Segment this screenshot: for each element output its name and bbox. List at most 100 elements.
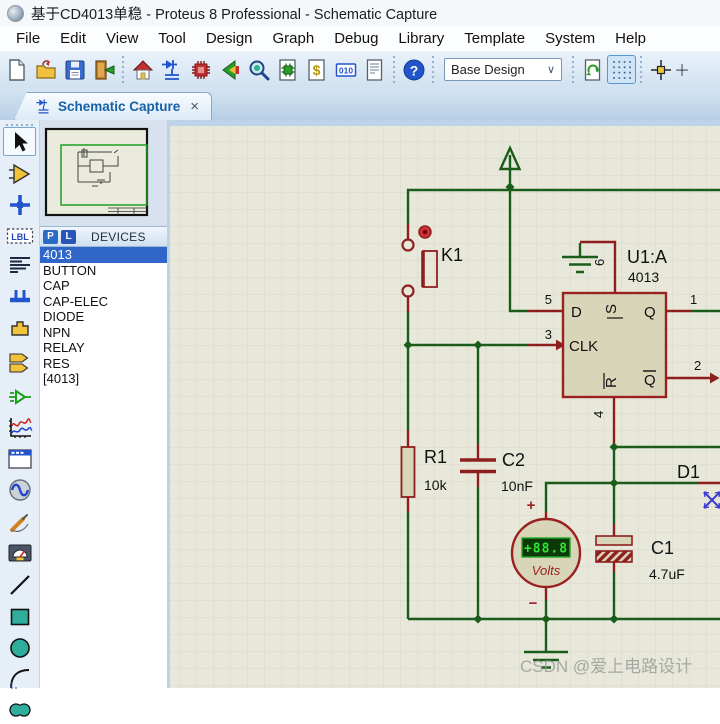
svg-text:?: ? [409, 62, 418, 78]
device-item-diode[interactable]: DIODE [40, 309, 167, 325]
terminals-mode-icon[interactable] [3, 348, 36, 377]
device-item-4013[interactable]: 4013 [40, 247, 167, 263]
open-file-icon[interactable] [31, 55, 60, 84]
device-item-npn[interactable]: NPN [40, 325, 167, 341]
save-icon[interactable] [60, 55, 89, 84]
schematic-canvas[interactable]: K1 U1:A 4013 D CLK S R Q Q 5 3 6 4 1 2 R… [170, 120, 720, 688]
grid-toggle-icon[interactable] [607, 55, 636, 84]
help-icon[interactable]: ? [399, 55, 428, 84]
u1-pin-clk: CLK [569, 338, 598, 355]
menu-design[interactable]: Design [196, 28, 263, 49]
origin-icon[interactable] [646, 55, 675, 84]
device-item-cap-elec[interactable]: CAP-ELEC [40, 294, 167, 310]
object-selector-panel: P L DEVICES 4013 BUTTON CAP CAP-ELEC DIO… [40, 120, 170, 688]
virtual-instruments-mode-icon[interactable] [3, 538, 36, 567]
device-item-4013-model[interactable]: [4013] [40, 371, 167, 387]
new-file-icon[interactable] [2, 55, 31, 84]
tab-close-icon[interactable]: × [190, 99, 199, 114]
toolbar-separator [391, 55, 397, 84]
device-item-res[interactable]: RES [40, 356, 167, 372]
3d-viewer-icon[interactable] [244, 55, 273, 84]
tab-label: Schematic Capture [58, 99, 181, 114]
main-toolbar: $ 010 ? Base Design ∨ [0, 51, 720, 88]
c2-ref: C2 [502, 450, 525, 470]
import-icon[interactable] [89, 55, 118, 84]
2d-path-icon[interactable] [3, 695, 36, 724]
tape-recorder-mode-icon[interactable] [3, 444, 36, 473]
voltmeter-unit: Volts [532, 563, 561, 578]
device-item-cap[interactable]: CAP [40, 278, 167, 294]
u1-pin-s: S [603, 304, 620, 314]
device-item-button[interactable]: BUTTON [40, 263, 167, 279]
schematic-capture-icon[interactable] [157, 55, 186, 84]
mode-toolbar: LBL [0, 120, 40, 717]
graph-mode-icon[interactable] [3, 413, 36, 442]
menu-template[interactable]: Template [454, 28, 535, 49]
buses-mode-icon[interactable] [3, 283, 36, 312]
2d-arc-icon[interactable] [3, 664, 36, 693]
device-pins-mode-icon[interactable] [3, 382, 36, 411]
junction-dot-mode-icon[interactable] [3, 190, 36, 219]
svg-text:010: 010 [338, 65, 352, 75]
device-item-relay[interactable]: RELAY [40, 340, 167, 356]
voltmeter-plus: + [527, 497, 536, 514]
menu-help[interactable]: Help [605, 28, 656, 49]
component-d1[interactable]: D1 [677, 462, 700, 482]
toolbar-separator [570, 55, 576, 84]
toolbar-separator [120, 55, 126, 84]
title-bar: 基于CD4013单稳 - Proteus 8 Professional - Sc… [0, 0, 720, 26]
u1-pin-q: Q [644, 304, 656, 321]
voltage-probe-mode-icon[interactable] [3, 507, 36, 536]
canvas-top-strip [170, 120, 720, 126]
r1-value: 10k [424, 477, 448, 493]
overview-minimap[interactable] [40, 120, 167, 226]
menu-view[interactable]: View [96, 28, 148, 49]
2d-line-icon[interactable] [3, 570, 36, 599]
text-script-mode-icon[interactable] [3, 251, 36, 280]
chevron-down-icon: ∨ [546, 64, 555, 76]
watermark: CSDN @爱上电路设计 [520, 657, 692, 676]
pcb-layout-icon[interactable] [186, 55, 215, 84]
home-icon[interactable] [128, 55, 157, 84]
view-back-icon[interactable] [215, 55, 244, 84]
menu-library[interactable]: Library [388, 28, 454, 49]
design-notes-icon[interactable] [360, 55, 389, 84]
u1-pinno-6: 6 [592, 259, 607, 266]
u1-pinno-1: 1 [690, 292, 697, 307]
menu-debug[interactable]: Debug [324, 28, 388, 49]
menu-tool[interactable]: Tool [148, 28, 196, 49]
schematic-tab-icon [36, 99, 49, 114]
c1-value: 4.7uF [649, 566, 685, 582]
u1-pinno-5: 5 [545, 292, 552, 307]
d1-ref: D1 [677, 462, 700, 482]
voltmeter-minus: − [529, 595, 538, 612]
redraw-sheet-icon[interactable] [578, 55, 607, 84]
bill-of-materials-icon[interactable]: $ [302, 55, 331, 84]
design-combo[interactable]: Base Design ∨ [444, 58, 562, 81]
menu-graph[interactable]: Graph [263, 28, 325, 49]
simulation-icon[interactable]: 010 [331, 55, 360, 84]
menu-file[interactable]: File [6, 28, 50, 49]
subcircuit-mode-icon[interactable] [3, 314, 36, 343]
2d-box-icon[interactable] [3, 602, 36, 631]
tab-schematic-capture[interactable]: Schematic Capture × [14, 92, 213, 120]
2d-circle-icon[interactable] [3, 633, 36, 662]
u1-ref: U1:A [627, 247, 667, 267]
devices-title: DEVICES [91, 229, 146, 244]
wire-label-mode-icon[interactable]: LBL [3, 221, 36, 250]
tab-bar: Schematic Capture × [0, 88, 720, 120]
u1-pinno-3: 3 [545, 327, 552, 342]
selection-mode-icon[interactable] [3, 127, 36, 156]
library-button[interactable]: L [61, 229, 76, 244]
axis-icon[interactable] [675, 55, 689, 84]
window-title: 基于CD4013单稳 - Proteus 8 Professional - Sc… [31, 6, 438, 23]
menu-system[interactable]: System [535, 28, 605, 49]
generator-mode-icon[interactable] [3, 475, 36, 504]
canvas-grid [170, 120, 720, 688]
k1-ref: K1 [441, 245, 463, 265]
component-mode-icon[interactable] [3, 159, 36, 188]
design-explorer-icon[interactable] [273, 55, 302, 84]
menu-edit[interactable]: Edit [50, 28, 96, 49]
pick-devices-button[interactable]: P [43, 229, 58, 244]
r1-ref: R1 [424, 447, 447, 467]
